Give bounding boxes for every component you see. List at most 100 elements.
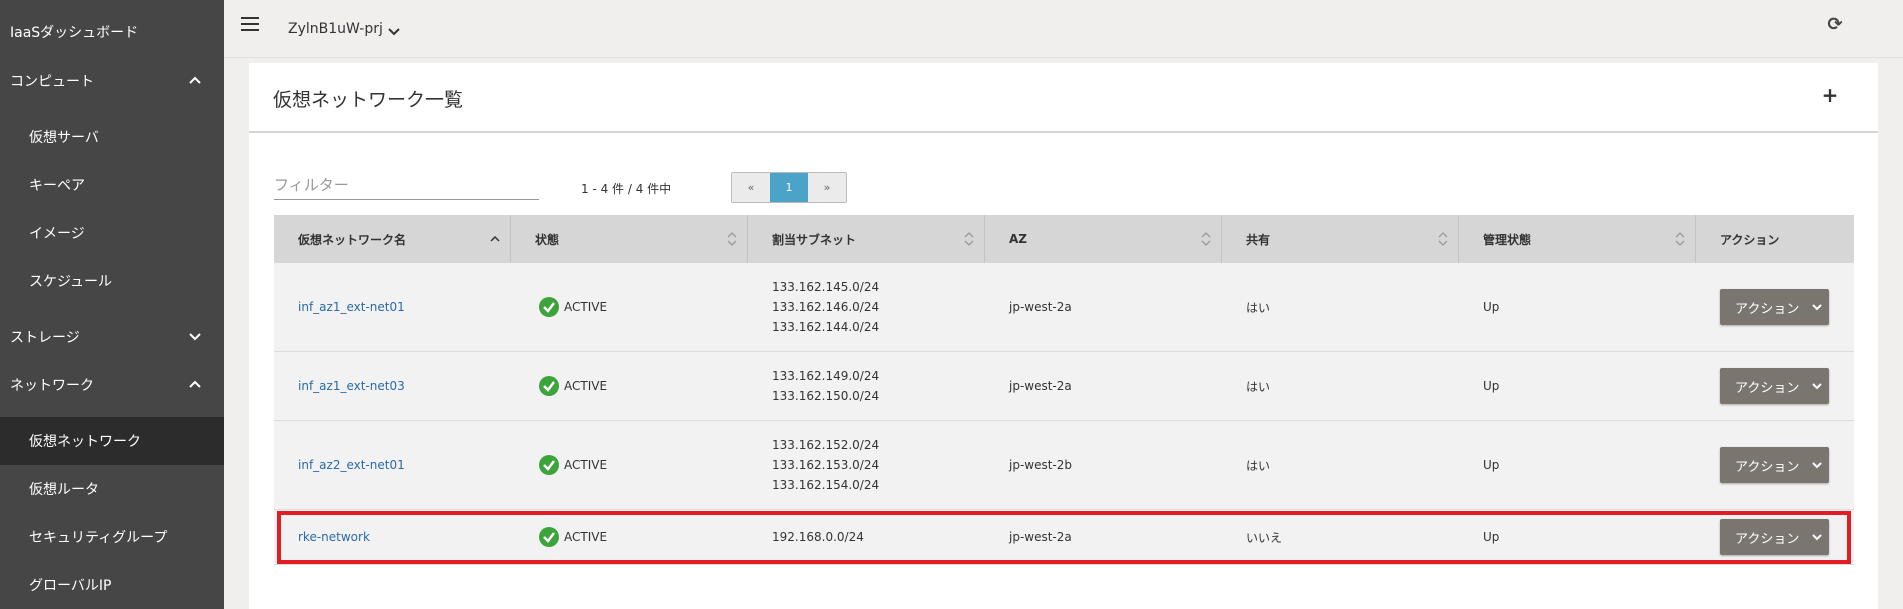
network-name-link[interactable]: inf_az1_ext-net01	[274, 263, 511, 351]
pager-page-button[interactable]: 1	[770, 173, 808, 202]
sidebar-item-label: イメージ	[29, 226, 85, 242]
sort-icon	[1201, 232, 1211, 246]
sidebar-item-security-group[interactable]: セキュリティグループ	[0, 513, 224, 561]
subnet: 133.162.153.0/24	[772, 458, 880, 472]
sidebar-section-label: コンピュート	[10, 74, 94, 90]
pager-next-button[interactable]: »	[808, 173, 846, 202]
subnet: 133.162.152.0/24	[772, 438, 880, 452]
check-circle-icon	[539, 527, 559, 547]
subnet: 133.162.144.0/24	[772, 320, 880, 334]
column-header-label: 共有	[1246, 232, 1271, 247]
sidebar-item-virtual-router[interactable]: 仮想ルータ	[0, 465, 224, 513]
action-button[interactable]: アクション	[1720, 368, 1829, 404]
column-header-shared[interactable]: 共有	[1222, 215, 1459, 263]
column-header-label: 仮想ネットワーク名	[298, 232, 407, 247]
admin-state-cell: Up	[1483, 458, 1500, 472]
subnet: 133.162.146.0/24	[772, 300, 880, 314]
action-button-label: アクション	[1735, 380, 1800, 396]
status-cell: ACTIVE	[511, 510, 748, 564]
subnets-cell: 133.162.145.0/24 133.162.146.0/24 133.16…	[748, 263, 985, 351]
sidebar-section-compute[interactable]: コンピュート	[0, 59, 224, 103]
subnet: 133.162.150.0/24	[772, 389, 880, 403]
pager-prev-button[interactable]: «	[732, 173, 770, 202]
sidebar-section-storage[interactable]: ストレージ	[0, 315, 224, 359]
sidebar-section-label: ストレージ	[10, 330, 80, 346]
az-cell: jp-west-2a	[1009, 530, 1072, 544]
chevron-up-icon	[189, 380, 201, 388]
result-count: 1 - 4 件 / 4 件中	[581, 182, 672, 196]
admin-state-cell: Up	[1483, 530, 1500, 544]
sidebar-item-label: グローバルIP	[29, 578, 112, 594]
column-header-name[interactable]: 仮想ネットワーク名	[274, 215, 511, 263]
chevron-down-icon	[1812, 534, 1823, 541]
dashboard-title[interactable]: IaaSダッシュボード	[10, 22, 138, 42]
action-button[interactable]: アクション	[1720, 289, 1829, 325]
subnets-cell: 133.162.149.0/24 133.162.150.0/24	[748, 352, 985, 420]
project-selector[interactable]: ZylnB1uW-prj	[288, 21, 383, 37]
sidebar-item-virtual-network[interactable]: 仮想ネットワーク	[0, 417, 224, 465]
page-title: 仮想ネットワーク一覧	[273, 89, 464, 111]
subnet: 133.162.145.0/24	[772, 280, 880, 294]
subnet: 133.162.154.0/24	[772, 478, 880, 492]
sort-icon	[727, 232, 737, 246]
column-header-subnets[interactable]: 割当サブネット	[748, 215, 985, 263]
action-button[interactable]: アクション	[1720, 519, 1829, 555]
subnet: 133.162.149.0/24	[772, 369, 880, 383]
table-row: inf_az2_ext-net01 ACTIVE 133.162.152.0/2…	[274, 421, 1854, 510]
network-name-link[interactable]: rke-network	[274, 510, 511, 564]
action-button-label: アクション	[1735, 531, 1800, 547]
column-header-admin-state[interactable]: 管理状態	[1459, 215, 1696, 263]
column-header-az[interactable]: AZ	[985, 215, 1222, 263]
sidebar: IaaSダッシュボード コンピュート 仮想サーバ キーペア イメージ スケジュー…	[0, 0, 224, 609]
check-circle-icon	[539, 376, 559, 396]
action-cell: アクション	[1696, 510, 1854, 564]
action-cell: アクション	[1696, 352, 1854, 420]
column-header-label: 状態	[535, 232, 560, 247]
shared-cell: いいえ	[1246, 530, 1283, 545]
shared-cell: はい	[1246, 300, 1271, 315]
column-header-label: アクション	[1720, 232, 1780, 247]
action-cell: アクション	[1696, 263, 1854, 351]
sidebar-item-label: セキュリティグループ	[29, 530, 168, 546]
add-icon[interactable]: +	[1820, 85, 1840, 105]
top-bar: ZylnB1uW-prj ⟳	[224, 0, 1903, 58]
az-cell: jp-west-2a	[1009, 379, 1072, 393]
menu-icon[interactable]	[241, 17, 259, 33]
sidebar-item-keypair[interactable]: キーペア	[0, 161, 224, 209]
column-header-label: 管理状態	[1483, 232, 1532, 247]
chevron-down-icon	[1812, 304, 1823, 311]
network-name-link[interactable]: inf_az1_ext-net03	[274, 352, 511, 420]
card-header: 仮想ネットワーク一覧 +	[249, 63, 1878, 133]
status-cell: ACTIVE	[511, 263, 748, 351]
filter-input[interactable]	[274, 170, 539, 200]
sidebar-item-image[interactable]: イメージ	[0, 209, 224, 257]
subnet: 192.168.0.0/24	[772, 530, 864, 544]
column-header-status[interactable]: 状態	[511, 215, 748, 263]
status-text: ACTIVE	[564, 530, 608, 544]
column-header-label: 割当サブネット	[772, 232, 857, 247]
shared-cell: はい	[1246, 379, 1271, 394]
sidebar-item-label: 仮想ネットワーク	[29, 434, 141, 450]
refresh-icon[interactable]: ⟳	[1824, 14, 1846, 36]
check-circle-icon	[539, 455, 559, 475]
network-name-link[interactable]: inf_az2_ext-net01	[274, 421, 511, 509]
action-button-label: アクション	[1735, 301, 1800, 317]
sidebar-item-schedule[interactable]: スケジュール	[0, 257, 224, 305]
sidebar-item-virtual-server[interactable]: 仮想サーバ	[0, 113, 224, 161]
subnets-cell: 192.168.0.0/24	[748, 510, 985, 564]
column-header-action: アクション	[1696, 215, 1854, 263]
status-text: ACTIVE	[564, 458, 608, 472]
admin-state-cell: Up	[1483, 379, 1500, 393]
action-button[interactable]: アクション	[1720, 447, 1829, 483]
az-cell: jp-west-2a	[1009, 300, 1072, 314]
table-row: inf_az1_ext-net01 ACTIVE 133.162.145.0/2…	[274, 263, 1854, 352]
pagination: « 1 »	[731, 172, 847, 203]
sidebar-item-label: 仮想サーバ	[29, 130, 99, 146]
table-header: 仮想ネットワーク名 状態 割当サブネット AZ 共有 管理状態 アクション	[274, 215, 1854, 263]
chevron-down-icon[interactable]	[387, 24, 401, 38]
status-cell: ACTIVE	[511, 352, 748, 420]
status-cell: ACTIVE	[511, 421, 748, 509]
sidebar-item-global-ip[interactable]: グローバルIP	[0, 561, 224, 609]
status-text: ACTIVE	[564, 379, 608, 393]
sidebar-section-network[interactable]: ネットワーク	[0, 363, 224, 407]
